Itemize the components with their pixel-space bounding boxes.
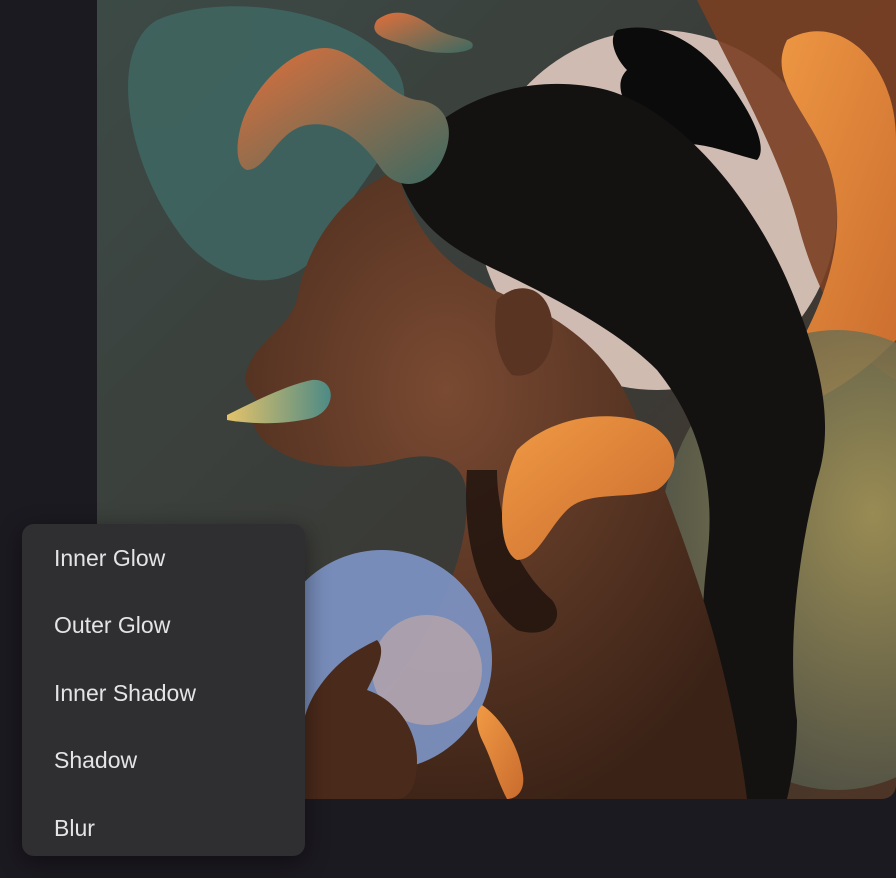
effects-menu: Inner Glow Outer Glow Inner Shadow Shado… — [22, 524, 305, 856]
menu-item-shadow[interactable]: Shadow — [22, 730, 305, 790]
menu-item-outer-glow[interactable]: Outer Glow — [22, 595, 305, 655]
menu-item-inner-glow[interactable]: Inner Glow — [22, 528, 305, 588]
menu-item-blur[interactable]: Blur — [22, 798, 305, 858]
menu-item-inner-shadow[interactable]: Inner Shadow — [22, 663, 305, 723]
